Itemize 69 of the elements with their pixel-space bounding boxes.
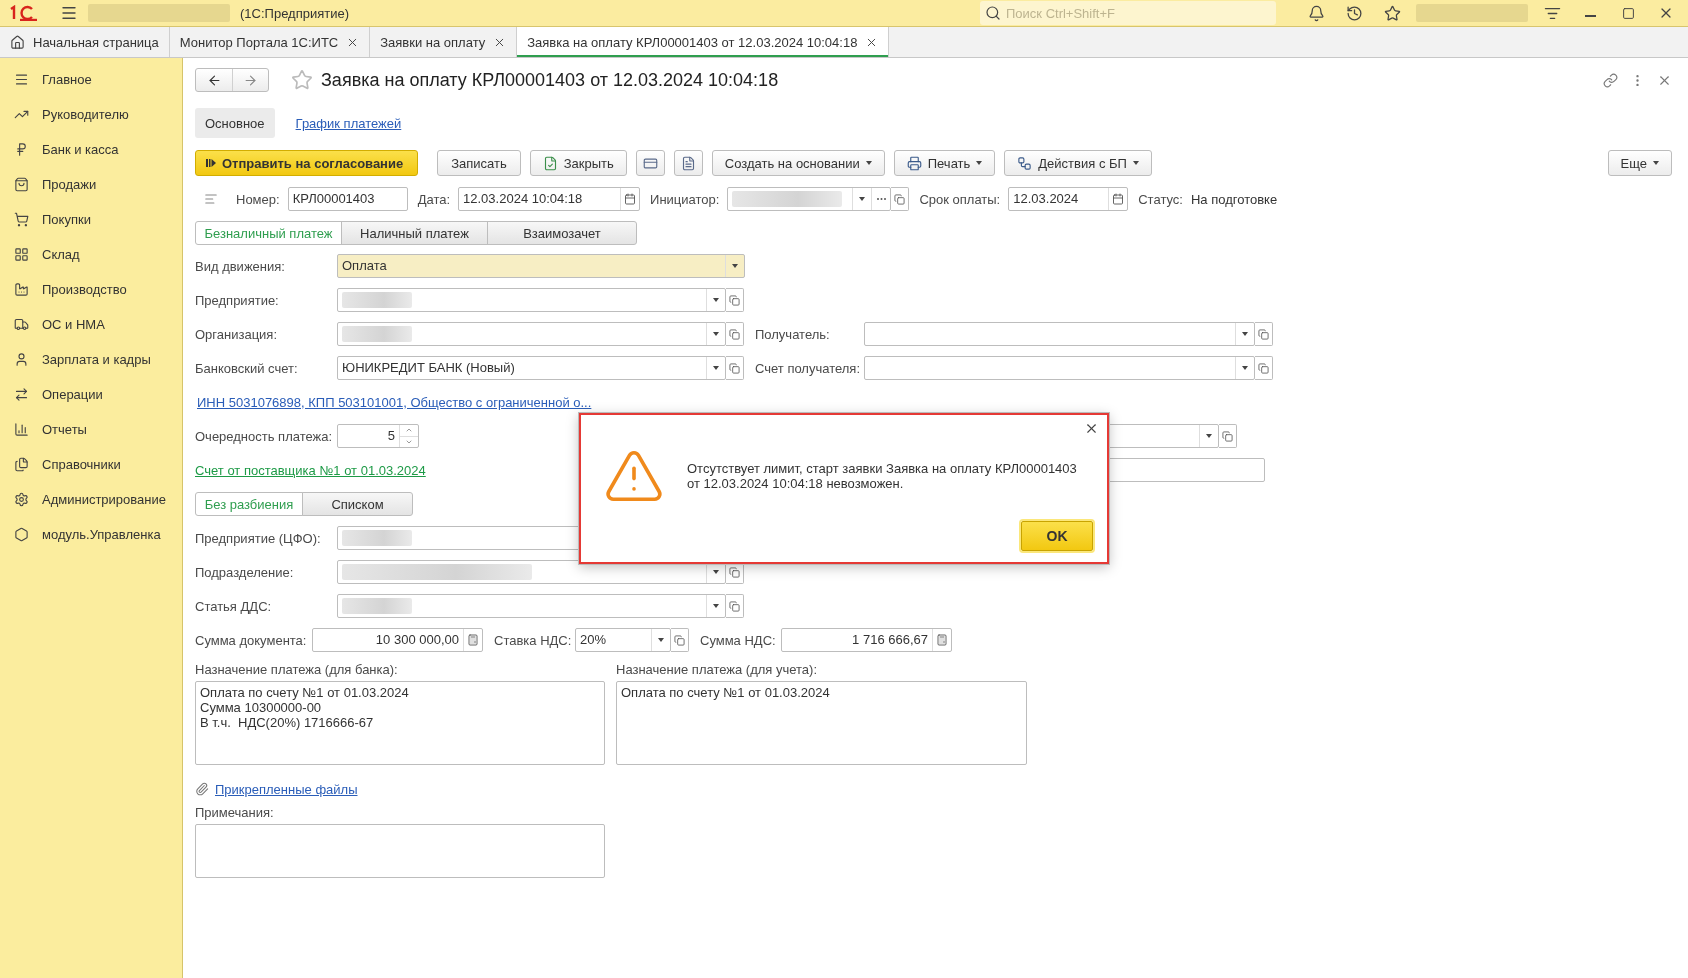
sidebar-item[interactable]: Справочники xyxy=(0,447,182,482)
payment-type-tab[interactable]: Наличный платеж xyxy=(341,221,488,245)
sidebar-item[interactable]: Банк и касса xyxy=(0,132,182,167)
menu-button[interactable]: Печать xyxy=(893,150,996,176)
date-field[interactable]: 12.03.2024 10:04:18 xyxy=(458,187,641,211)
document-title: Заявка на оплату КРЛ00001403 от 12.03.2024 10:04:18 xyxy=(321,69,779,91)
invoice-link[interactable]: Счет от поставщика №1 от 01.03.2024 xyxy=(195,462,426,478)
field-label: Предприятие: xyxy=(195,292,280,308)
field-label: Подразделение: xyxy=(195,564,295,580)
due-date-field[interactable]: 12.03.2024 xyxy=(1008,187,1129,211)
bank-account-field[interactable]: ЮНИКРЕДИТ БАНК (Новый) xyxy=(337,356,726,380)
field-label: Получатель: xyxy=(755,326,831,342)
status-value: На подготовке xyxy=(1190,191,1278,207)
vat-amount-field[interactable]: 1 716 666,67 xyxy=(781,628,952,652)
field-label: Назначение платежа (для учета): xyxy=(616,662,819,677)
window-title: (1С:Предприятие) xyxy=(240,5,349,21)
field-label: Сумма НДС: xyxy=(700,632,777,648)
sidebar-item[interactable]: Производство xyxy=(0,272,182,307)
sidebar-item[interactable]: Отчеты xyxy=(0,412,182,447)
payment-type-tab[interactable]: Безналичный платеж xyxy=(195,221,342,245)
send-approval-button[interactable]: Отправить на согласование xyxy=(195,150,419,176)
sidebar-item[interactable]: Покупки xyxy=(0,202,182,237)
sidebar-item[interactable]: ОС и НМА xyxy=(0,307,182,342)
field-label: Дата: xyxy=(417,191,451,207)
field-label: Ставка НДС: xyxy=(494,632,573,648)
payment-type-tab[interactable]: Взаимозачет xyxy=(487,221,637,245)
text-area[interactable]: Оплата по счету №1 от 01.03.2024 xyxy=(616,681,1027,765)
sidebar-item[interactable]: Администрирование xyxy=(0,482,182,517)
toolbar-button[interactable]: Записать xyxy=(437,150,521,176)
field-label: Счет получателя: xyxy=(755,360,861,376)
field-label: Сумма документа: xyxy=(195,632,308,648)
text-area[interactable]: Оплата по счету №1 от 01.03.2024 Сумма 10300000-00 В т.ч. НДС(20%) 1716666-67 xyxy=(195,681,605,765)
sidebar-item[interactable]: Руководителю xyxy=(0,97,182,132)
field-label: Организация: xyxy=(195,326,279,342)
field-label: Примечания: xyxy=(195,805,275,820)
attachments-link[interactable]: Прикрепленные файлы xyxy=(215,781,358,797)
field-label: Предприятие (ЦФО): xyxy=(195,530,322,546)
ok-button[interactable]: OK xyxy=(1021,521,1093,551)
field-label: Очередность платежа: xyxy=(195,428,334,444)
sidebar-item[interactable]: Продажи xyxy=(0,167,182,202)
menu-button[interactable]: Создать на основании xyxy=(711,150,885,176)
menu-button[interactable]: Действия с БП xyxy=(1004,150,1152,176)
field-label: Номер: xyxy=(236,191,280,207)
field-label: Банковский счет: xyxy=(195,360,299,376)
toolbar-button[interactable]: Закрыть xyxy=(529,150,627,176)
split-mode-tab[interactable]: Списком xyxy=(302,492,413,516)
vat-rate-field[interactable]: 20% xyxy=(575,628,671,652)
counterparty-link[interactable]: ИНН 5031076898, КПП 503101001, Общество с ограниченной о... xyxy=(197,394,592,410)
field-label: Статья ДДС: xyxy=(195,598,273,614)
sidebar-item[interactable]: Зарплата и кадры xyxy=(0,342,182,377)
number-field[interactable]: КРЛ00001403 xyxy=(287,187,408,211)
field-label: Назначение платежа (для банка): xyxy=(195,662,399,677)
split-mode-tab[interactable]: Без разбиения xyxy=(195,492,303,516)
amount-field[interactable]: 10 300 000,00 xyxy=(312,628,483,652)
dialog-message: Отсутствует лимит, старт заявки Заявка на оплату КРЛ00001403 от 12.03.2024 10:04:18 невозможен. xyxy=(687,461,1078,491)
sidebar-item[interactable]: Главное xyxy=(0,62,182,97)
field-label: Статус: xyxy=(1138,191,1183,207)
sidebar-item[interactable]: Склад xyxy=(0,237,182,272)
field-label: Срок оплаты: xyxy=(919,191,1001,207)
sidebar-item[interactable]: Операции xyxy=(0,377,182,412)
view-tab[interactable]: Основное xyxy=(195,108,275,138)
sidebar-item[interactable]: модуль.Управленка xyxy=(0,517,182,552)
more-button[interactable]: Еще xyxy=(1607,150,1672,176)
window-tab[interactable]: Заявка на оплату КРЛ00001403 от 12.03.2024 10:04:18 xyxy=(517,27,890,57)
movement-field[interactable]: Оплата xyxy=(337,254,745,278)
view-link[interactable]: График платежей xyxy=(285,108,412,138)
search-field[interactable]: Поиск Ctrl+Shift+F xyxy=(980,1,1276,25)
field-label: Инициатор: xyxy=(650,191,720,207)
field-label: Вид движения: xyxy=(195,258,286,274)
